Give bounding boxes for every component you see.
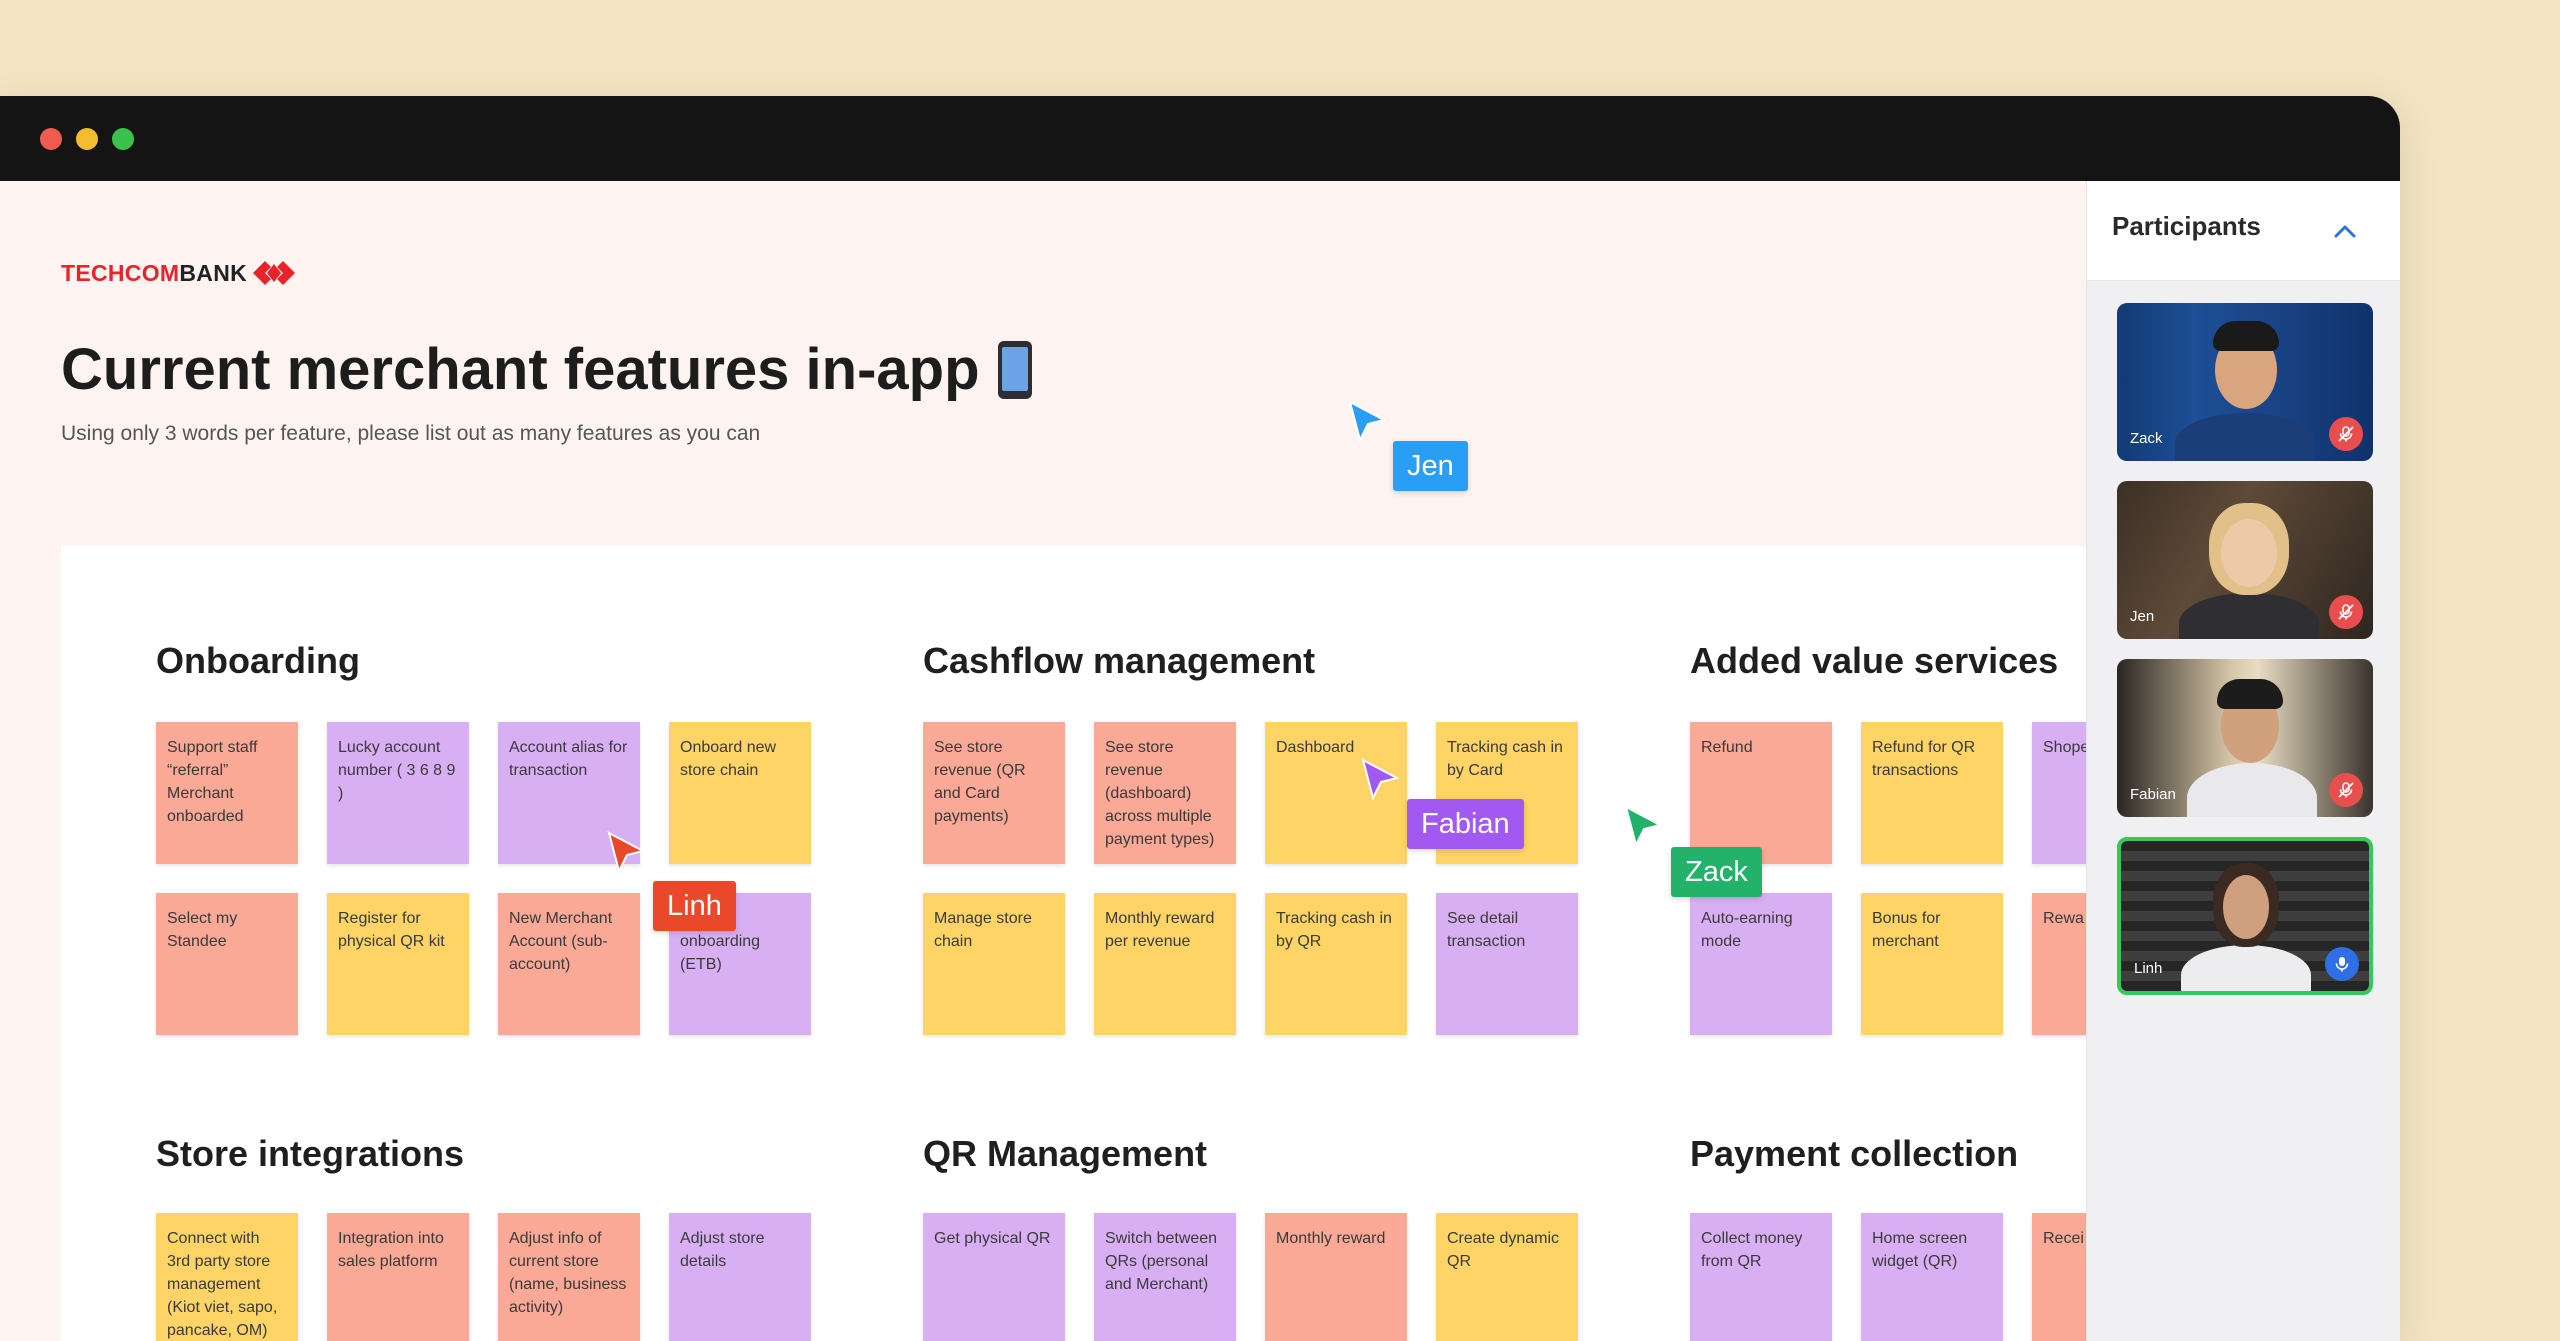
- page-subtitle: Using only 3 words per feature, please l…: [61, 422, 761, 445]
- section-title-onboarding: Onboarding: [156, 640, 360, 681]
- chevron-up-icon[interactable]: [2331, 221, 2359, 241]
- sticky-note[interactable]: Integration into sales platform: [327, 1213, 469, 1341]
- zack-cursor-icon: [1624, 805, 1663, 847]
- sticky-note[interactable]: Support staff “referral” Merchant onboar…: [156, 722, 298, 864]
- sticky-note[interactable]: Manage store chain: [923, 893, 1065, 1035]
- participant-name: Linh: [2134, 960, 2163, 977]
- sticky-note[interactable]: Adjust info of current store (name, busi…: [498, 1213, 640, 1341]
- sticky-note[interactable]: Recei paym: [2032, 1213, 2086, 1341]
- logo-wordmark-prefix: TECHCOM: [61, 259, 180, 286]
- logo-wordmark: TECHCOMBANK: [61, 260, 247, 287]
- sticky-note[interactable]: Refund: [1690, 722, 1832, 864]
- page-title-text: Current merchant features in-app: [61, 337, 980, 402]
- participant-video-fabian[interactable]: Fabian: [2117, 659, 2373, 817]
- section-title-qr-management: QR Management: [923, 1133, 1208, 1174]
- window-titlebar: [0, 96, 2400, 181]
- sticky-note[interactable]: See store revenue (dashboard) across mul…: [1094, 722, 1236, 864]
- sticky-note[interactable]: Select my Standee: [156, 893, 298, 1035]
- sticky-note[interactable]: New Merchant Account (sub-account): [498, 893, 640, 1035]
- sticky-note[interactable]: See store revenue (QR and Card payments): [923, 722, 1065, 864]
- sticky-note[interactable]: Create dynamic QR: [1436, 1213, 1578, 1341]
- linh-cursor-label: Linh: [653, 881, 736, 931]
- fabian-cursor-icon: [1361, 758, 1400, 800]
- techcombank-diamond-icon: [253, 261, 296, 285]
- sticky-note[interactable]: Register for physical QR kit: [327, 893, 469, 1035]
- participants-panel-header[interactable]: Participants: [2087, 181, 2400, 281]
- sticky-note[interactable]: Lucky account number ( 3 6 8 9 ): [327, 722, 469, 864]
- sticky-note[interactable]: Auto-earning mode: [1690, 893, 1832, 1035]
- whiteboard-canvas[interactable]: TECHCOMBANK Current merchant features in…: [0, 181, 2086, 1341]
- linh-cursor-icon: [607, 831, 646, 873]
- minimize-window-button[interactable]: [76, 128, 98, 150]
- techcombank-logo: TECHCOMBANK: [61, 259, 296, 287]
- participant-video-linh[interactable]: Linh: [2117, 837, 2373, 995]
- section-title-store-integrations: Store integrations: [156, 1133, 465, 1174]
- participant-name: Fabian: [2130, 786, 2176, 803]
- sticky-note[interactable]: Get physical QR: [923, 1213, 1065, 1341]
- participant-name: Zack: [2130, 430, 2163, 447]
- sticky-note[interactable]: Monthly reward: [1265, 1213, 1407, 1341]
- mic-muted-icon[interactable]: [2329, 595, 2363, 629]
- sticky-note[interactable]: Onboard new store chain: [669, 722, 811, 864]
- sticky-note[interactable]: Adjust store details: [669, 1213, 811, 1341]
- sticky-note[interactable]: Home screen widget (QR): [1861, 1213, 2003, 1341]
- sticky-note[interactable]: Monthly reward per revenue: [1094, 893, 1236, 1035]
- close-window-button[interactable]: [40, 128, 62, 150]
- participants-panel: Participants Zack Jen Fabian Linh: [2086, 181, 2400, 1341]
- section-title-payment-collection: Payment collection: [1690, 1133, 2019, 1174]
- sticky-note[interactable]: Tracking cash in by QR: [1265, 893, 1407, 1035]
- sticky-note[interactable]: Refund for QR transactions: [1861, 722, 2003, 864]
- zoom-window-button[interactable]: [112, 128, 134, 150]
- fabian-cursor-label: Fabian: [1407, 799, 1524, 849]
- zack-cursor-label: Zack: [1671, 847, 1762, 897]
- jen-cursor-icon: [1348, 400, 1387, 442]
- mobile-phone-icon: [997, 340, 1032, 399]
- section-title-added-value: Added value services: [1690, 640, 2059, 681]
- participants-title: Participants: [2112, 211, 2261, 241]
- jen-cursor-label: Jen: [1393, 441, 1468, 491]
- sticky-note[interactable]: Connect with 3rd party store management …: [156, 1213, 298, 1341]
- participant-video-zack[interactable]: Zack: [2117, 303, 2373, 461]
- sticky-note[interactable]: Collect money from QR: [1690, 1213, 1832, 1341]
- mic-muted-icon[interactable]: [2329, 773, 2363, 807]
- participant-name: Jen: [2130, 608, 2155, 625]
- mic-active-icon[interactable]: [2325, 947, 2359, 981]
- sticky-note[interactable]: Shope (over: [2032, 722, 2086, 864]
- sticky-note[interactable]: See detail transaction: [1436, 893, 1578, 1035]
- app-window: TECHCOMBANK Current merchant features in…: [0, 96, 2400, 1341]
- mic-muted-icon[interactable]: [2329, 417, 2363, 451]
- page-title: Current merchant features in-app: [61, 336, 1032, 403]
- sticky-note[interactable]: Bonus for merchant: [1861, 893, 2003, 1035]
- sticky-note[interactable]: Rewa Merc: [2032, 893, 2086, 1035]
- sticky-note[interactable]: Switch between QRs (personal and Merchan…: [1094, 1213, 1236, 1341]
- section-title-cashflow: Cashflow management: [923, 640, 1316, 681]
- logo-wordmark-suffix: BANK: [179, 259, 248, 286]
- sticky-note-board[interactable]: Onboarding Support staff “referral” Merc…: [61, 546, 2086, 1341]
- participant-video-jen[interactable]: Jen: [2117, 481, 2373, 639]
